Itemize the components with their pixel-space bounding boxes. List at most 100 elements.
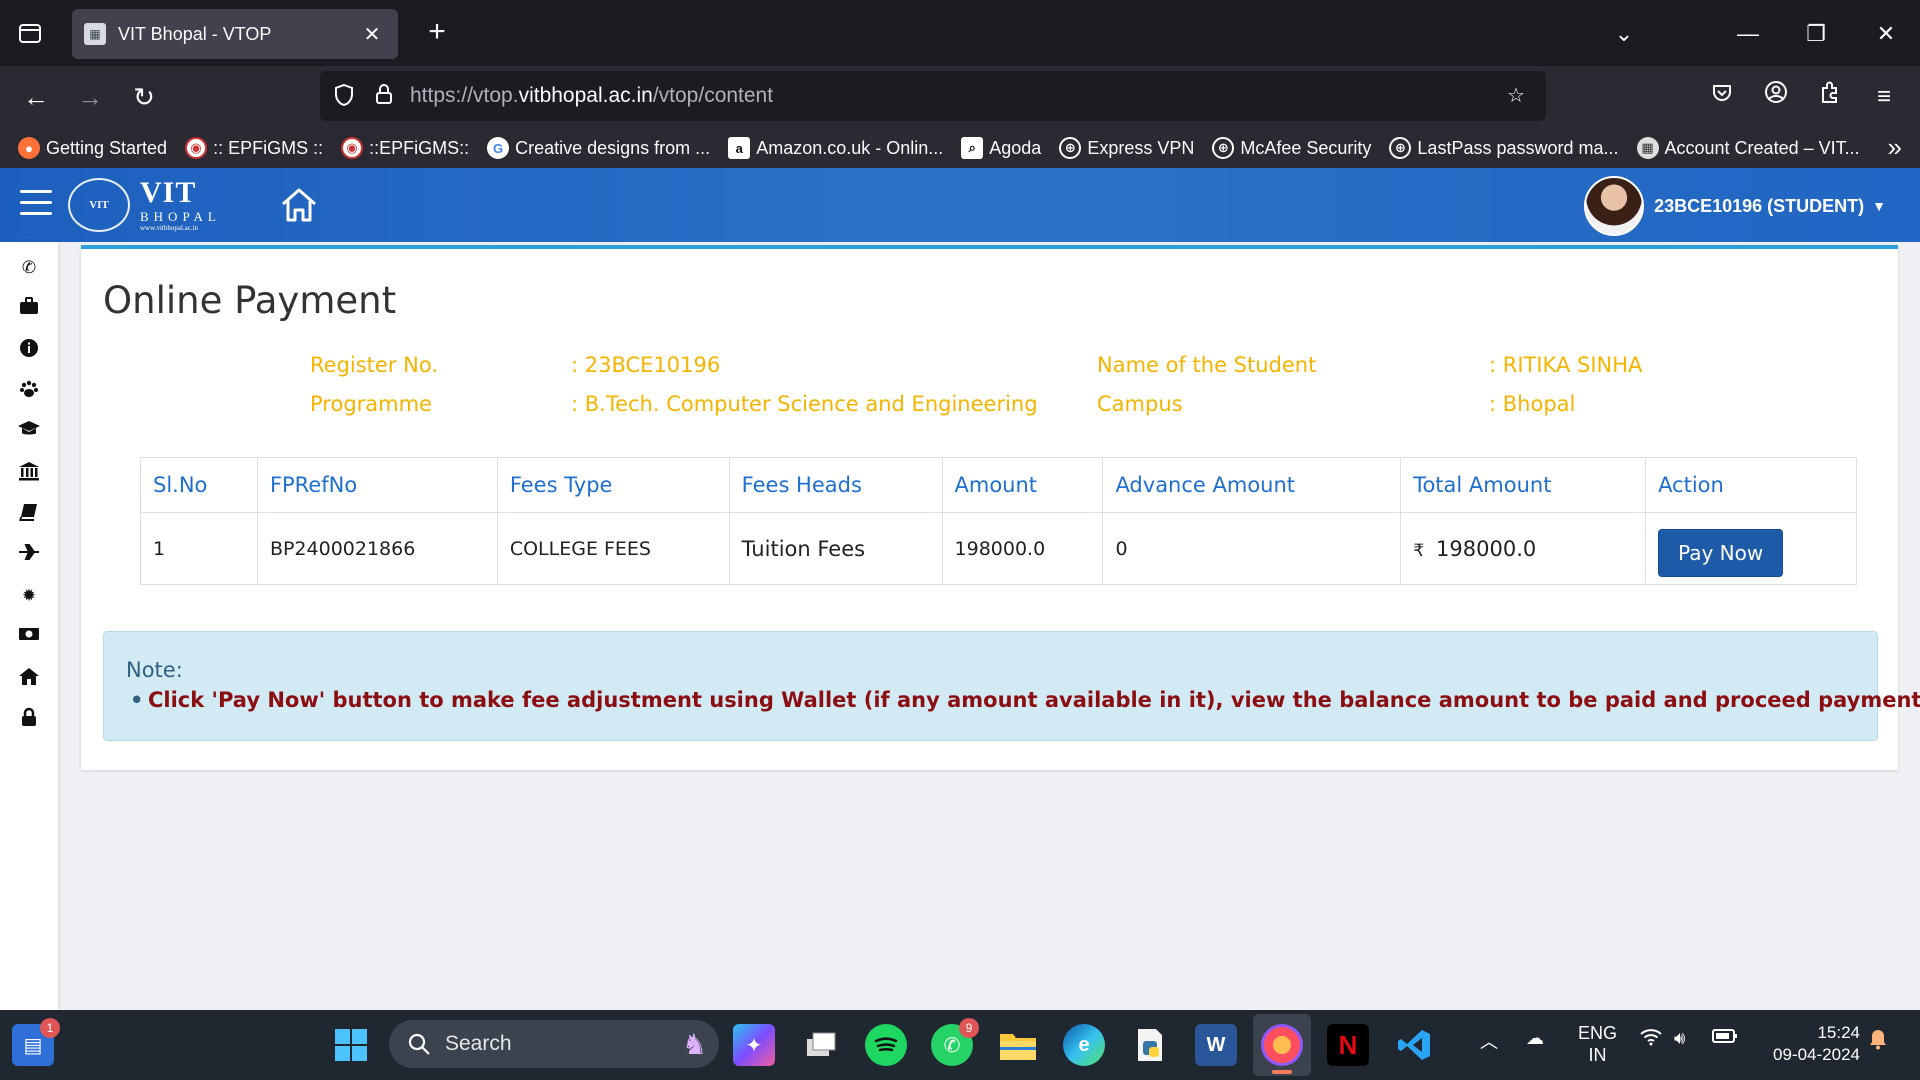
- bookmark-item[interactable]: ⊕ McAfee Security: [1212, 137, 1371, 159]
- lock-icon[interactable]: [370, 83, 398, 111]
- wifi-icon[interactable]: [1640, 1028, 1662, 1051]
- widgets-icon[interactable]: ▤ 1: [12, 1018, 60, 1066]
- url-bar[interactable]: https://vtop.vitbhopal.ac.in/vtop/conten…: [320, 71, 1546, 121]
- url-text[interactable]: https://vtop.vitbhopal.ac.in/vtop/conten…: [410, 84, 773, 108]
- site-icon: ◉: [341, 137, 364, 159]
- note-box: Note: Click 'Pay Now' button to make fee…: [103, 631, 1920, 741]
- task-view-icon[interactable]: [799, 1024, 841, 1066]
- clock[interactable]: 15:24 09-04-2024: [1750, 1022, 1860, 1066]
- bank-icon[interactable]: [17, 461, 41, 485]
- whatsapp-icon[interactable]: ✆ 9: [931, 1018, 979, 1066]
- word-icon[interactable]: W: [1195, 1024, 1237, 1066]
- info-icon[interactable]: [17, 338, 41, 362]
- browser-tab-bar: ▦ VIT Bhopal - VTOP ✕ + ⌄ — ❐ ✕: [0, 0, 1920, 66]
- search-label: Search: [445, 1032, 512, 1055]
- payment-card: Online Payment Register No. : 23BCE10196…: [81, 245, 1920, 770]
- user-menu[interactable]: 23BCE10196 (STUDENT) ▼: [1584, 176, 1886, 236]
- unicorn-icon: ♞: [681, 1028, 707, 1060]
- bookmark-item[interactable]: ◉::EPFiGMS::: [341, 137, 469, 159]
- bookmark-item[interactable]: ◉:: EPFiGMS ::: [185, 137, 323, 159]
- table-header-row: Sl.No FPRefNo Fees Type Fees Heads Amoun…: [140, 457, 1857, 513]
- whatsapp-badge: 9: [959, 1018, 979, 1038]
- account-icon[interactable]: [1756, 78, 1796, 118]
- student-name-value: : RITIKA SINHA: [1489, 353, 1643, 377]
- rupee-icon: ₹: [1413, 540, 1425, 561]
- firefox-icon[interactable]: [1261, 1024, 1303, 1066]
- column-header: Fees Type: [496, 457, 730, 513]
- home-icon[interactable]: [278, 184, 320, 226]
- bookmark-item[interactable]: G Creative designs from ...: [487, 137, 710, 159]
- tab-overflow-chevron-icon[interactable]: ⌄: [1604, 14, 1644, 54]
- amazon-icon: a: [728, 137, 751, 159]
- lock-icon[interactable]: [17, 707, 41, 731]
- paw-icon[interactable]: [17, 379, 41, 403]
- house-icon[interactable]: [17, 666, 41, 690]
- briefcase-icon[interactable]: [17, 297, 41, 321]
- pay-now-button[interactable]: Pay Now: [1658, 528, 1784, 577]
- more-bookmarks-icon[interactable]: »: [1888, 132, 1902, 163]
- back-button[interactable]: ←: [16, 78, 56, 118]
- tab-list-icon[interactable]: [14, 18, 46, 48]
- menu-icon[interactable]: ≡: [1864, 78, 1904, 118]
- close-tab-icon[interactable]: ✕: [358, 22, 386, 47]
- agoda-icon: ⌕: [961, 137, 984, 159]
- vit-logo[interactable]: VIT VIT BHOPAL www.vitbhopal.ac.in: [68, 176, 243, 234]
- restore-button[interactable]: ❐: [1796, 14, 1836, 54]
- bookmark-star-icon[interactable]: ☆: [1502, 83, 1530, 111]
- advance-amount-cell: 0: [1102, 512, 1402, 585]
- bookmark-item[interactable]: ⌕ Agoda: [961, 137, 1041, 159]
- globe-icon: ⊕: [1389, 137, 1412, 159]
- battery-icon[interactable]: [1712, 1028, 1738, 1049]
- browser-nav-bar: ← → ↻ https://vtop.vitbhopal.ac.in/vtop/…: [0, 66, 1920, 128]
- minimize-button[interactable]: —: [1728, 14, 1768, 54]
- plane-icon[interactable]: [17, 543, 41, 567]
- copilot-icon[interactable]: ✦: [733, 1024, 775, 1066]
- forward-button[interactable]: →: [70, 78, 110, 118]
- column-header: FPRefNo: [256, 457, 498, 513]
- register-label: Register No.: [310, 353, 438, 377]
- bookmark-item[interactable]: ⊕ Express VPN: [1059, 137, 1194, 159]
- pocket-icon[interactable]: [1702, 78, 1742, 118]
- extensions-icon[interactable]: [1810, 78, 1850, 118]
- spotify-icon[interactable]: [865, 1024, 907, 1066]
- hamburger-menu-icon[interactable]: [20, 190, 52, 218]
- column-header: Amount: [941, 457, 1104, 513]
- fees-heads-cell: Tuition Fees: [728, 512, 943, 585]
- browser-tab-active[interactable]: ▦ VIT Bhopal - VTOP ✕: [72, 9, 398, 59]
- fees-type-cell: COLLEGE FEES: [496, 512, 730, 585]
- bookmark-item[interactable]: ⊕ LastPass password ma...: [1389, 137, 1619, 159]
- column-header: Total Amount: [1400, 457, 1647, 513]
- taskbar-search[interactable]: Search ♞: [389, 1020, 719, 1068]
- netflix-icon[interactable]: N: [1327, 1024, 1369, 1066]
- user-label: 23BCE10196 (STUDENT): [1654, 195, 1865, 216]
- onedrive-cloud-icon[interactable]: ☁: [1526, 1028, 1544, 1049]
- bookmark-item[interactable]: ● Getting Started: [18, 137, 167, 159]
- windows-start-icon[interactable]: [330, 1024, 372, 1066]
- bookmark-item[interactable]: ▦ Account Created – VIT...: [1636, 137, 1860, 159]
- action-cell: Pay Now: [1645, 512, 1857, 585]
- notification-bell-icon[interactable]: [1868, 1028, 1888, 1055]
- graduation-cap-icon[interactable]: [17, 420, 41, 444]
- vscode-icon[interactable]: [1393, 1024, 1435, 1066]
- chevron-up-icon[interactable]: ︿: [1480, 1028, 1498, 1054]
- total-amount-value: 198000.0: [1436, 536, 1537, 561]
- reload-button[interactable]: ↻: [124, 78, 164, 118]
- language-indicator[interactable]: ENG IN: [1578, 1022, 1617, 1066]
- gear-icon[interactable]: ✹: [17, 584, 41, 608]
- phone-icon[interactable]: ✆: [17, 256, 41, 280]
- new-tab-button[interactable]: +: [420, 16, 454, 50]
- shield-icon[interactable]: [330, 83, 358, 111]
- note-title: Note:: [126, 658, 183, 682]
- money-icon[interactable]: [17, 625, 41, 649]
- close-window-button[interactable]: ✕: [1866, 14, 1906, 54]
- book-icon[interactable]: [17, 502, 41, 526]
- column-header: Sl.No: [140, 457, 258, 513]
- volume-icon[interactable]: 🔊︎: [1674, 1028, 1685, 1049]
- vit-favicon-icon: ▦: [84, 23, 106, 45]
- globe-icon: ⊕: [1212, 137, 1235, 159]
- file-explorer-icon[interactable]: [997, 1024, 1039, 1066]
- python-file-icon[interactable]: [1129, 1024, 1171, 1066]
- bookmark-item[interactable]: a Amazon.co.uk - Onlin...: [728, 137, 943, 159]
- edge-icon[interactable]: e: [1063, 1024, 1105, 1066]
- logo-text: VIT BHOPAL www.vitbhopal.ac.in: [140, 176, 221, 232]
